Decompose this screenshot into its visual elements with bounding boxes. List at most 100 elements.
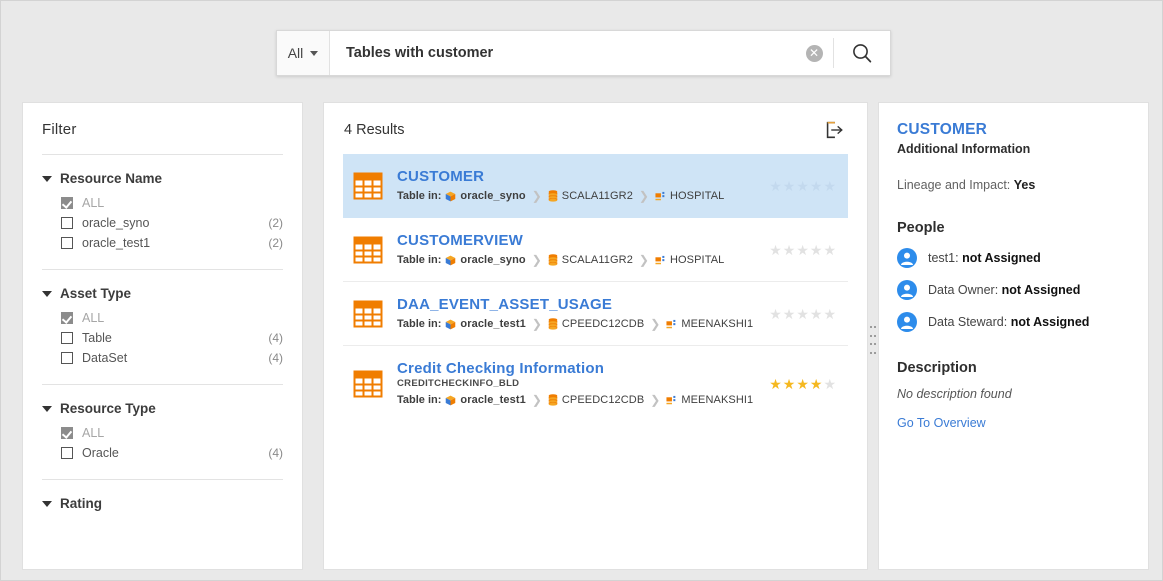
chevron-right-icon: ❯ [531, 317, 542, 331]
rating-stars[interactable]: ★ ★ ★ ★ ★ [769, 243, 836, 257]
result-row[interactable]: CUSTOMER Table in: oracle_syno ❯ SCALA11… [343, 154, 848, 218]
filter-option-label: Table [82, 331, 112, 345]
result-body: CUSTOMERVIEW Table in: oracle_syno ❯ SCA… [397, 232, 755, 267]
breadcrumb-item[interactable]: MEENAKSHI1 [666, 318, 753, 330]
filter-group-label: Resource Name [60, 171, 163, 186]
filter-option-row[interactable]: ALL [42, 308, 283, 328]
star-icon[interactable]: ★ [783, 243, 796, 257]
filter-option-row[interactable]: DataSet (4) [42, 348, 283, 368]
breadcrumb-label: oracle_test1 [460, 318, 526, 330]
breadcrumb-item[interactable]: CPEEDC12CDB [548, 318, 644, 330]
person-value: not Assigned [1010, 315, 1090, 329]
star-icon[interactable]: ★ [823, 377, 836, 391]
table-icon [353, 370, 383, 397]
rating-stars[interactable]: ★ ★ ★ ★ ★ [769, 377, 836, 391]
breadcrumb-item[interactable]: oracle_test1 [445, 318, 526, 330]
clear-search-button[interactable]: ✕ [795, 31, 833, 75]
star-icon[interactable]: ★ [810, 377, 823, 391]
star-icon[interactable]: ★ [810, 307, 823, 321]
result-title[interactable]: DAA_EVENT_ASSET_USAGE [397, 296, 755, 313]
star-icon[interactable]: ★ [783, 307, 796, 321]
checkbox[interactable] [61, 427, 73, 439]
breadcrumb-item[interactable]: HOSPITAL [655, 190, 724, 202]
search-button[interactable] [834, 31, 890, 75]
filter-group-header[interactable]: Asset Type [42, 286, 283, 301]
star-icon[interactable]: ★ [769, 307, 782, 321]
star-icon[interactable]: ★ [796, 243, 809, 257]
result-title[interactable]: CUSTOMER [397, 168, 755, 185]
breadcrumb-item[interactable]: oracle_syno [445, 254, 526, 266]
filter-group-header[interactable]: Resource Name [42, 171, 283, 186]
result-breadcrumb: Table in: oracle_syno ❯ SCALA11GR2 ❯ HOS… [397, 189, 755, 203]
breadcrumb-label: oracle_test1 [460, 394, 526, 406]
filter-option-count: (4) [268, 446, 283, 460]
checkbox[interactable] [61, 197, 73, 209]
checkbox[interactable] [61, 217, 73, 229]
lineage-and-impact-row: Lineage and Impact: Yes [897, 178, 1128, 192]
filter-option-row[interactable]: Table (4) [42, 328, 283, 348]
chevron-right-icon: ❯ [531, 393, 542, 407]
star-icon[interactable]: ★ [823, 307, 836, 321]
result-row[interactable]: DAA_EVENT_ASSET_USAGE Table in: oracle_t… [343, 282, 848, 346]
breadcrumb-item[interactable]: MEENAKSHI1 [666, 394, 753, 406]
panel-resize-handle[interactable] [868, 326, 878, 354]
result-title[interactable]: Credit Checking Information [397, 360, 755, 377]
star-icon[interactable]: ★ [796, 307, 809, 321]
database-icon [548, 318, 558, 330]
breadcrumb-item[interactable]: oracle_test1 [445, 394, 526, 406]
star-icon[interactable]: ★ [810, 243, 823, 257]
results-header: 4 Results [324, 103, 867, 141]
star-icon[interactable]: ★ [823, 179, 836, 193]
result-row[interactable]: CUSTOMERVIEW Table in: oracle_syno ❯ SCA… [343, 218, 848, 282]
person-avatar-icon [897, 312, 917, 332]
result-title[interactable]: CUSTOMERVIEW [397, 232, 755, 249]
checkbox[interactable] [61, 352, 73, 364]
breadcrumb-item[interactable]: HOSPITAL [655, 254, 724, 266]
filter-group-label: Resource Type [60, 401, 156, 416]
breadcrumb-item[interactable]: SCALA11GR2 [548, 190, 633, 202]
breadcrumb-label: CPEEDC12CDB [561, 318, 645, 330]
filter-option-row[interactable]: Oracle (4) [42, 443, 283, 463]
filter-option-label: ALL [82, 426, 105, 440]
filter-group-header[interactable]: Resource Type [42, 401, 283, 416]
star-icon[interactable]: ★ [769, 243, 782, 257]
breadcrumb-item[interactable]: oracle_syno [445, 190, 526, 202]
table-icon [353, 236, 383, 263]
star-icon[interactable]: ★ [769, 179, 782, 193]
star-icon[interactable]: ★ [783, 377, 796, 391]
person-row: Data Steward: not Assigned [897, 312, 1128, 332]
results-panel: 4 Results CUSTOMER Table in: oracle_syno… [323, 102, 868, 570]
rating-stars[interactable]: ★ ★ ★ ★ ★ [769, 179, 836, 193]
triangle-down-icon [42, 290, 52, 297]
star-icon[interactable]: ★ [796, 179, 809, 193]
star-icon[interactable]: ★ [796, 377, 809, 391]
filter-option-row[interactable]: oracle_syno (2) [42, 213, 283, 233]
filter-option-row[interactable]: ALL [42, 193, 283, 213]
search-scope-dropdown[interactable]: All [277, 31, 329, 75]
filter-panel: Filter Resource Name ALL oracle_syno (2)… [22, 102, 303, 570]
crumb-lead: Table in: [397, 318, 442, 330]
checkbox[interactable] [61, 332, 73, 344]
filter-option-row[interactable]: oracle_test1 (2) [42, 233, 283, 253]
breadcrumb-item[interactable]: SCALA11GR2 [548, 254, 633, 266]
filter-option-count: (2) [268, 216, 283, 230]
filter-option-row[interactable]: ALL [42, 423, 283, 443]
breadcrumb-item[interactable]: CPEEDC12CDB [548, 394, 644, 406]
star-icon[interactable]: ★ [769, 377, 782, 391]
filter-group-header[interactable]: Rating [42, 496, 283, 511]
star-icon[interactable]: ★ [810, 179, 823, 193]
checkbox[interactable] [61, 312, 73, 324]
result-body: Credit Checking Information CREDITCHECKI… [397, 360, 755, 407]
rating-stars[interactable]: ★ ★ ★ ★ ★ [769, 307, 836, 321]
export-icon[interactable] [823, 119, 845, 141]
checkbox[interactable] [61, 447, 73, 459]
checkbox[interactable] [61, 237, 73, 249]
star-icon[interactable]: ★ [823, 243, 836, 257]
breadcrumb-label: oracle_syno [460, 190, 526, 202]
search-scope-label: All [287, 45, 304, 61]
detail-panel: CUSTOMER Additional Information Lineage … [878, 102, 1149, 570]
star-icon[interactable]: ★ [783, 179, 796, 193]
search-input[interactable] [330, 31, 795, 75]
result-row[interactable]: Credit Checking Information CREDITCHECKI… [343, 346, 848, 421]
go-to-overview-link[interactable]: Go To Overview [897, 416, 986, 430]
